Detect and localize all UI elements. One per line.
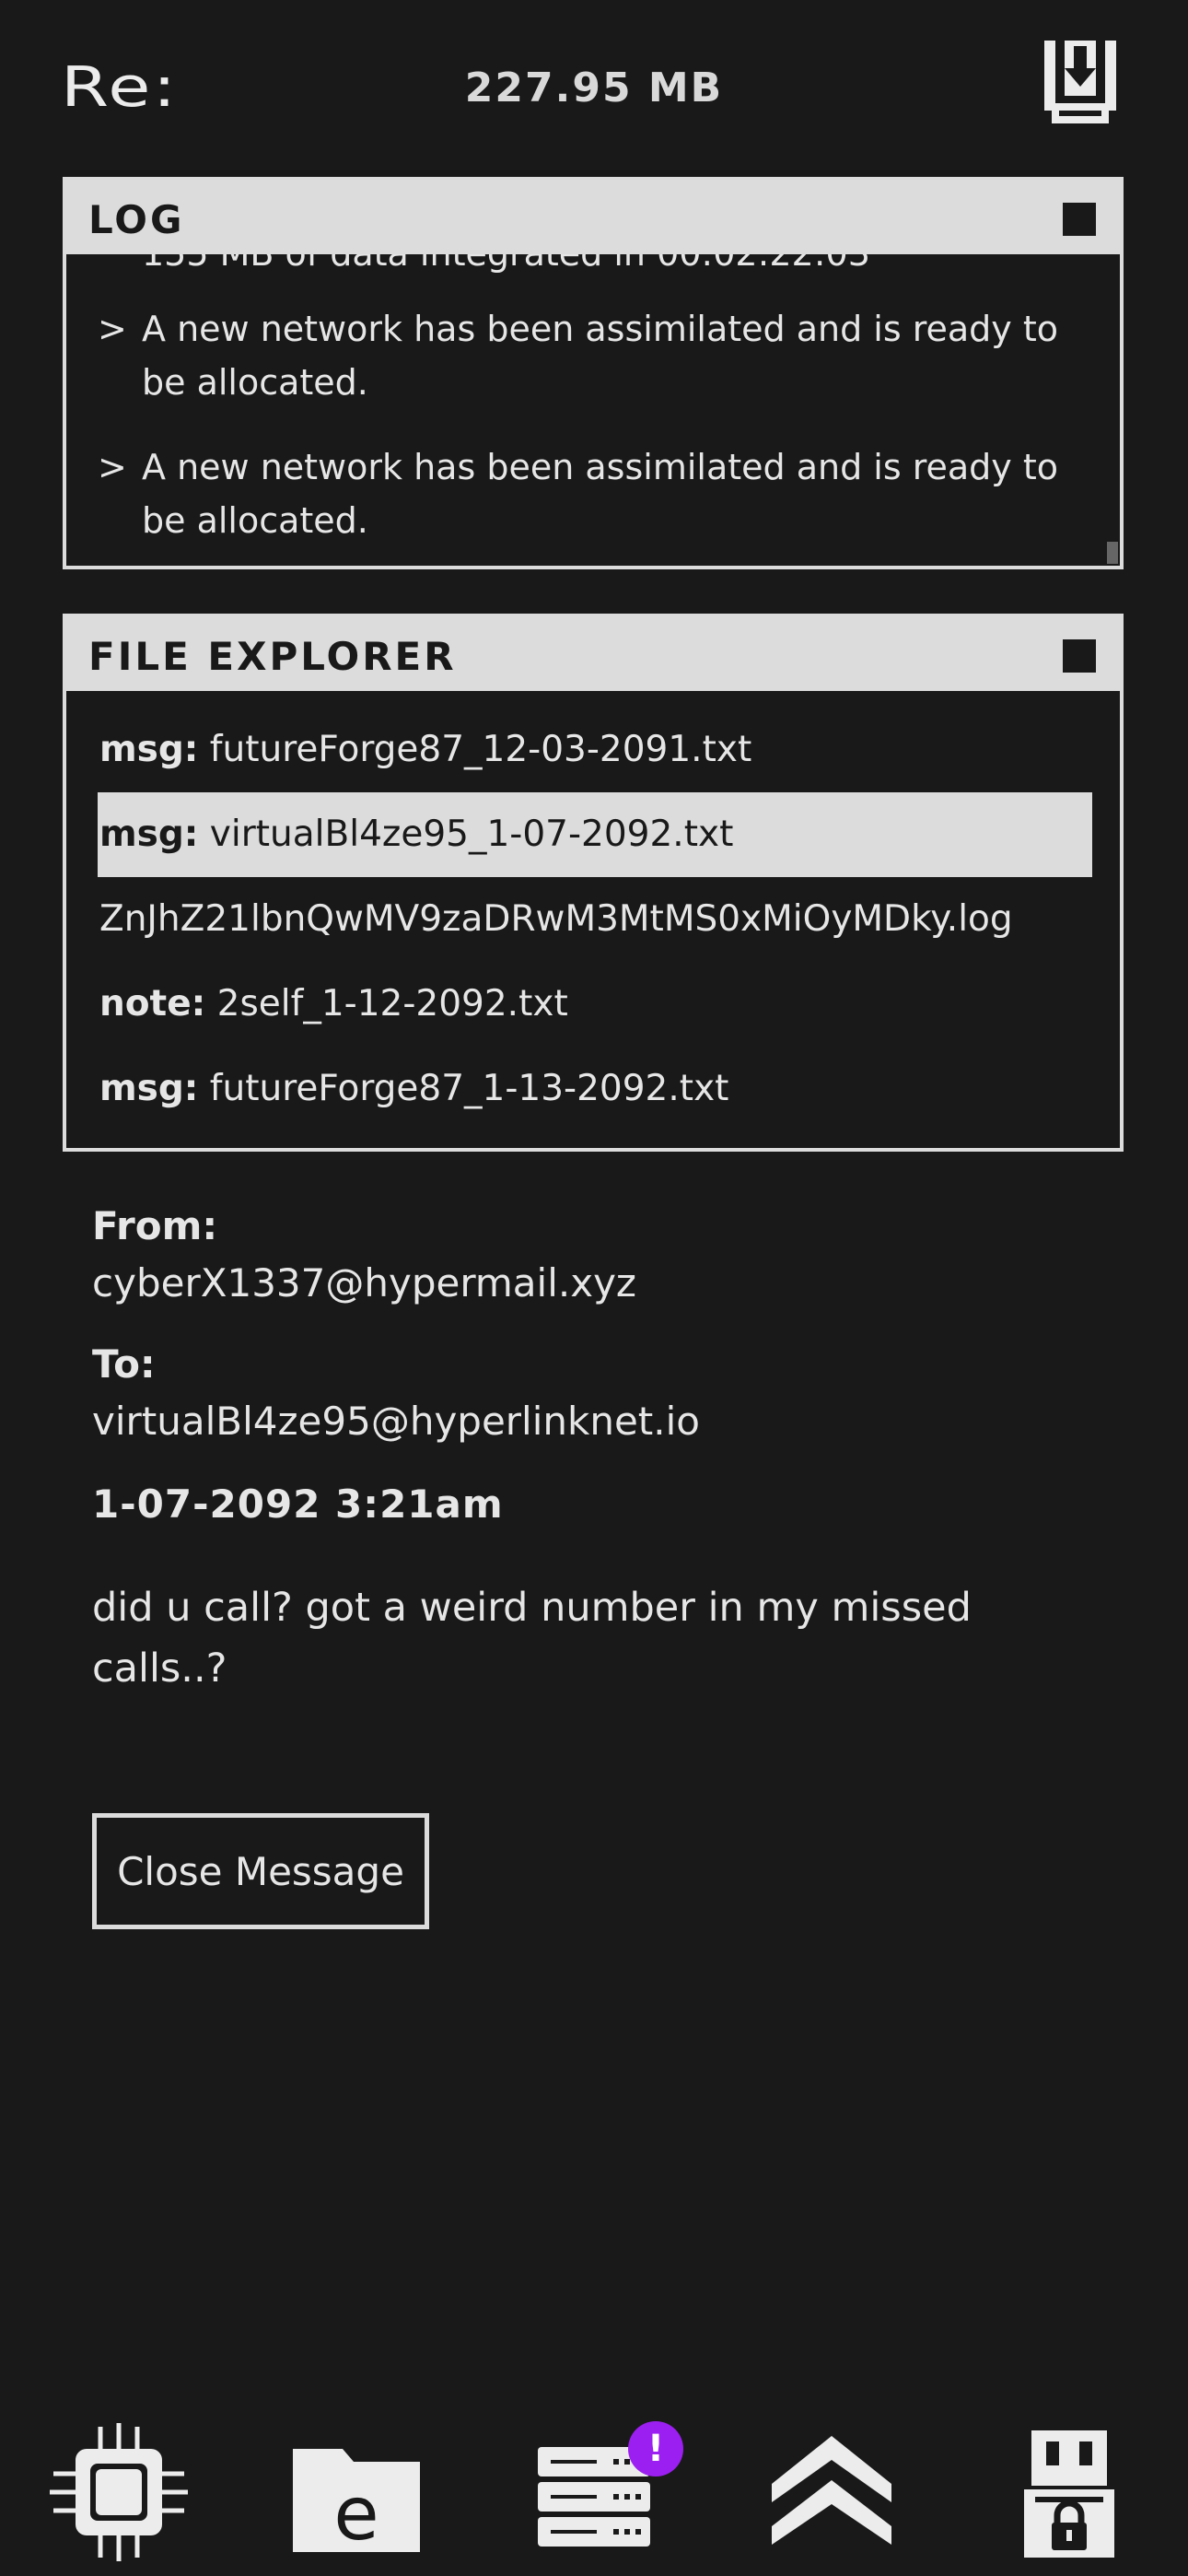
file-explorer-header: FILE EXPLORER [66,617,1120,691]
notification-badge: ! [628,2421,683,2476]
log-caret: > [98,309,127,349]
file-name: futureForge87_1-13-2092.txt [209,1068,729,1109]
file-tag: msg: [99,814,199,855]
file-list: msg: futureForge87_12-03-2091.txt msg: v… [98,708,1092,1131]
nav-secure-drive[interactable] [1000,2423,1138,2561]
file-explorer-panel: FILE EXPLORER msg: futureForge87_12-03-2… [63,614,1124,1152]
from-address: cyberX1337@hypermail.xyz [92,1260,636,1306]
nav-upgrade[interactable] [763,2423,901,2561]
file-item[interactable]: note: 2self_1-12-2092.txt [98,962,1092,1047]
log-entry-text: A new network has been assimilated and i… [142,447,1059,541]
file-tag: msg: [99,729,199,770]
locked-usb-drive-icon [1024,2430,1114,2558]
log-entry: > A new network has been assimilated and… [98,440,1074,547]
nav-files[interactable]: e [287,2423,425,2561]
download-button[interactable] [1041,37,1120,127]
cpu-chip-icon [50,2423,188,2561]
file-tag: msg: [99,1068,199,1109]
file-item[interactable]: msg: futureForge87_12-03-2091.txt [98,708,1092,792]
svg-text:e: e [333,2471,379,2557]
file-name: virtualBl4ze95_1-07-2092.txt [209,814,734,855]
nav-servers[interactable]: ! [525,2421,683,2561]
close-message-button[interactable]: Close Message [92,1813,429,1929]
message-date: 1-07-2092 3:21am [92,1481,504,1527]
log-entry: > A new network has been assimilated and… [98,302,1074,409]
log-panel-header: LOG [66,181,1120,254]
bottom-nav: e ! [0,2405,1188,2576]
log-caret: > [98,447,127,487]
download-icon [1044,41,1116,123]
log-body[interactable]: 155 MB of data integrated in 00:02:22:03… [66,254,1120,566]
file-explorer-toggle-button[interactable] [1063,639,1096,673]
file-item[interactable]: msg: futureForge87_1-13-2092.txt [98,1047,1092,1131]
app-header: Re: 227.95 MB [0,0,1188,175]
file-item[interactable]: ZnJhZ21lbnQwMV9zaDRwM3MtMS0xMiOyMDky.log [98,877,1092,962]
log-panel-title: LOG [88,197,185,242]
to-address: virtualBl4ze95@hyperlinknet.io [92,1399,700,1444]
file-explorer-title: FILE EXPLORER [88,634,457,679]
email-folder-icon: e [293,2449,420,2557]
upgrade-chevrons-icon [772,2436,891,2545]
log-entry-partial: 155 MB of data integrated in 00:02:22:03 [98,254,1074,280]
from-label: From: [92,1203,218,1248]
message-view: From: cyberX1337@hypermail.xyz To: virtu… [92,1198,1105,1699]
log-panel-toggle-button[interactable] [1063,203,1096,236]
file-item-selected[interactable]: msg: virtualBl4ze95_1-07-2092.txt [98,792,1092,877]
message-body: did u call? got a weird number in my mis… [92,1585,972,1692]
storage-readout: 227.95 MB [464,64,724,111]
log-panel: LOG 155 MB of data integrated in 00:02:2… [63,177,1124,569]
file-tag: note: [99,983,206,1025]
file-name: ZnJhZ21lbnQwMV9zaDRwM3MtMS0xMiOyMDky.log [99,898,1013,940]
file-name: futureForge87_12-03-2091.txt [209,729,752,770]
to-label: To: [92,1341,156,1387]
nav-cpu[interactable] [50,2423,188,2561]
log-entry-text: A new network has been assimilated and i… [142,309,1059,403]
log-scrollbar[interactable] [1107,542,1118,564]
file-name: 2self_1-12-2092.txt [216,983,568,1025]
